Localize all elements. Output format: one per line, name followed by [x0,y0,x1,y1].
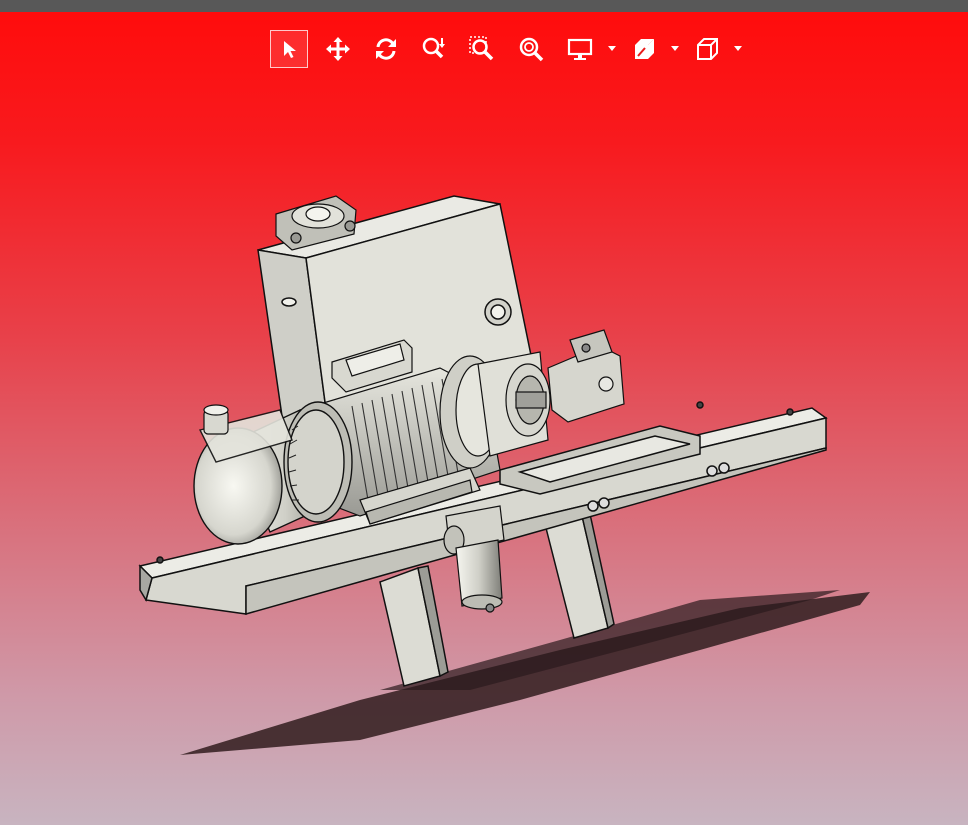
zoom-in-out-icon [422,37,445,59]
zoom-button[interactable] [415,30,453,68]
return-filter [443,505,505,613]
standard-views-dropdown-caret[interactable] [733,42,743,54]
3d-viewport[interactable] [0,12,968,825]
hydraulic-pump [547,329,625,423]
select-arrow-icon [284,41,296,58]
standard-views-button[interactable] [688,30,726,68]
display-mode-button[interactable] [561,30,599,68]
zoom-window-icon [469,36,494,61]
level-gauge [203,404,229,435]
window-top-strip [0,0,968,12]
select-button[interactable] [270,30,308,68]
section-view-button[interactable] [625,30,663,68]
model-render[interactable] [0,12,968,825]
rotate-button[interactable] [367,30,405,68]
zoom-fit-button[interactable] [512,30,550,68]
zoom-window-button[interactable] [463,30,501,68]
monitor-icon [567,38,593,60]
section-cube-icon [635,39,654,59]
ground-shadow [180,590,870,755]
pan-button[interactable] [319,30,357,68]
section-view-dropdown-caret[interactable] [670,42,680,54]
display-mode-dropdown-caret[interactable] [607,42,617,54]
view-cube-icon [697,38,718,60]
viewer-toolbar [0,28,968,72]
pan-move-icon [326,37,350,61]
zoom-fit-icon [519,37,544,62]
rotate-icon [376,38,396,60]
bell-housing [439,351,551,469]
